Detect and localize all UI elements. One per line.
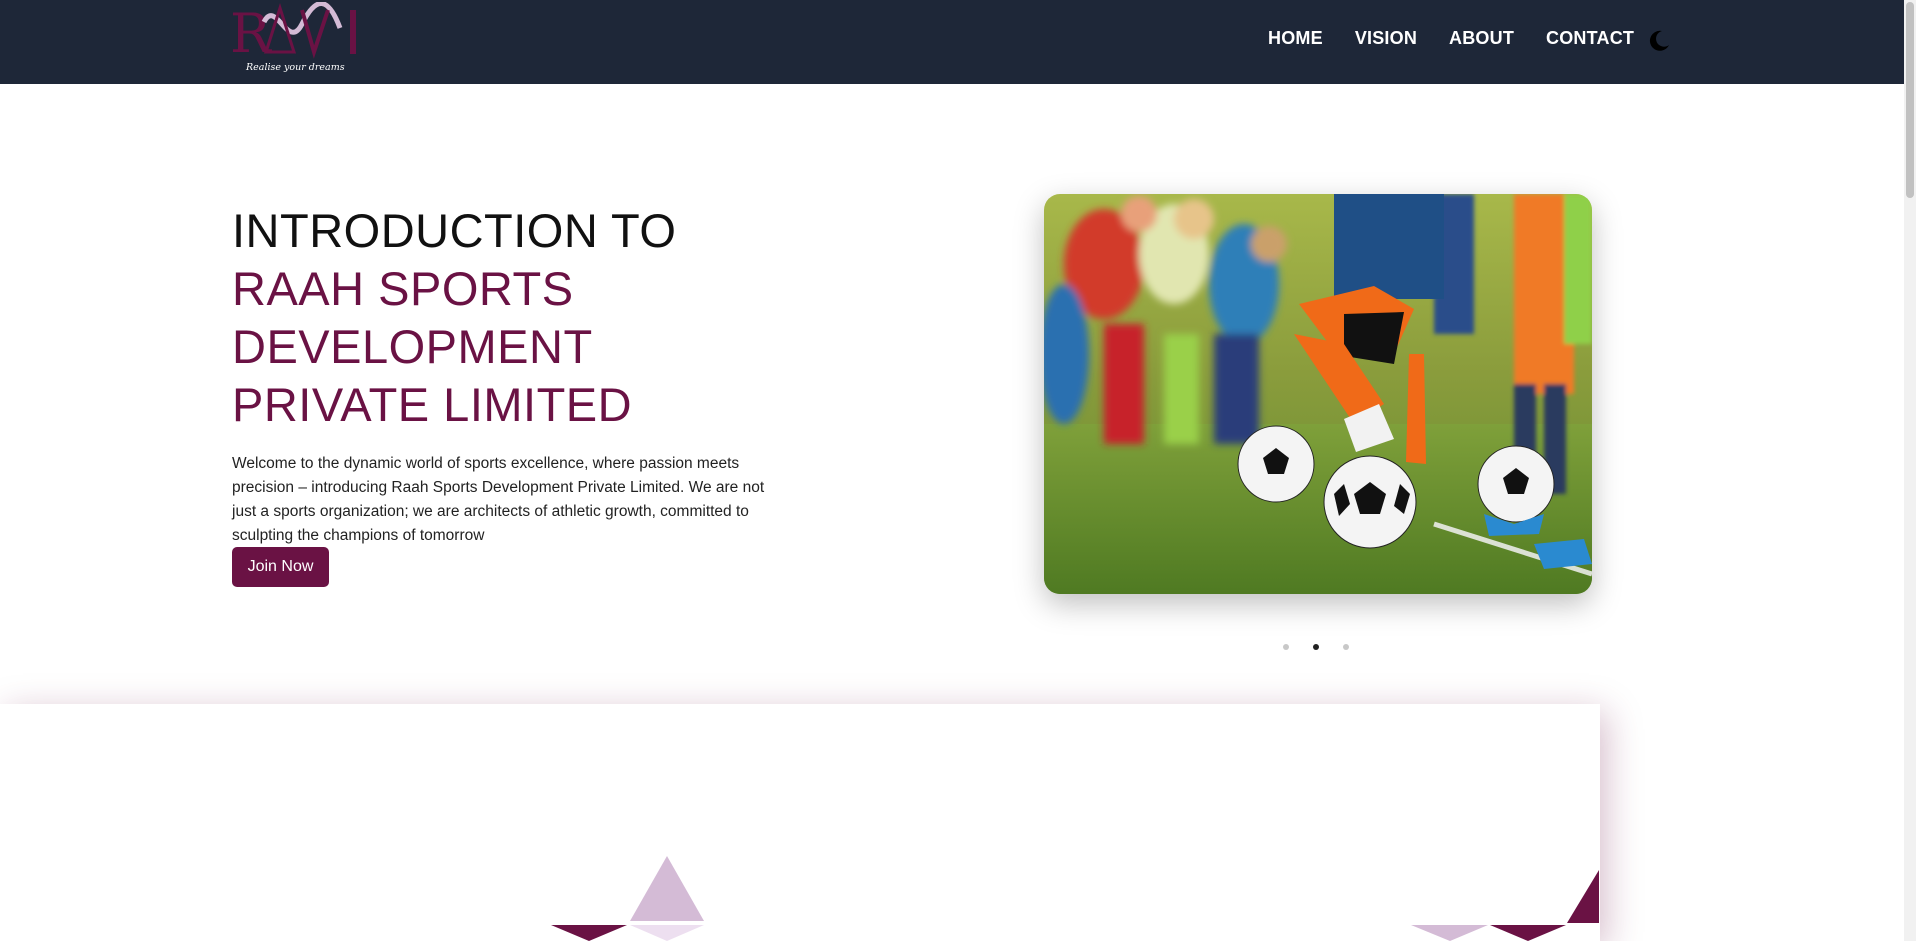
hero-title-company: RAAH SPORTS DEVELOPMENT PRIVATE LIMITED <box>232 262 633 431</box>
brand-logo[interactable]: R Realise your dreams <box>230 1 362 78</box>
nav-link-vision[interactable]: VISION <box>1355 28 1417 49</box>
carousel-dot-1[interactable] <box>1283 644 1289 650</box>
scrollbar-thumb[interactable] <box>1906 2 1914 198</box>
main-nav: HOME VISION ABOUT CONTACT <box>1268 28 1666 49</box>
soccer-kids-photo <box>1044 194 1592 594</box>
theme-toggle-button[interactable] <box>1646 28 1672 54</box>
moon-icon <box>1649 30 1669 51</box>
logo-mark-icon: R <box>230 1 356 65</box>
hero-carousel-image <box>1044 194 1592 594</box>
logo-tagline: Realise your dreams <box>246 62 345 73</box>
nav-link-about[interactable]: ABOUT <box>1449 28 1514 49</box>
hero-title: INTRODUCTION TO RAAH SPORTS DEVELOPMENT … <box>232 202 792 434</box>
top-navbar: R Realise your dreams HOME VISION ABOUT … <box>0 0 1904 84</box>
page-scrollbar[interactable] <box>1904 0 1916 941</box>
hero-title-intro: INTRODUCTION TO <box>232 204 677 257</box>
decorative-triangles-left <box>551 856 1599 941</box>
carousel-dot-2[interactable] <box>1313 644 1319 650</box>
join-now-button[interactable]: Join Now <box>232 547 329 587</box>
nav-link-contact[interactable]: CONTACT <box>1546 28 1634 49</box>
carousel-indicators <box>1283 644 1373 650</box>
vision-section <box>0 704 1600 941</box>
hero-description: Welcome to the dynamic world of sports e… <box>232 455 765 544</box>
nav-link-home[interactable]: HOME <box>1268 28 1323 49</box>
carousel-dot-3[interactable] <box>1343 644 1349 650</box>
